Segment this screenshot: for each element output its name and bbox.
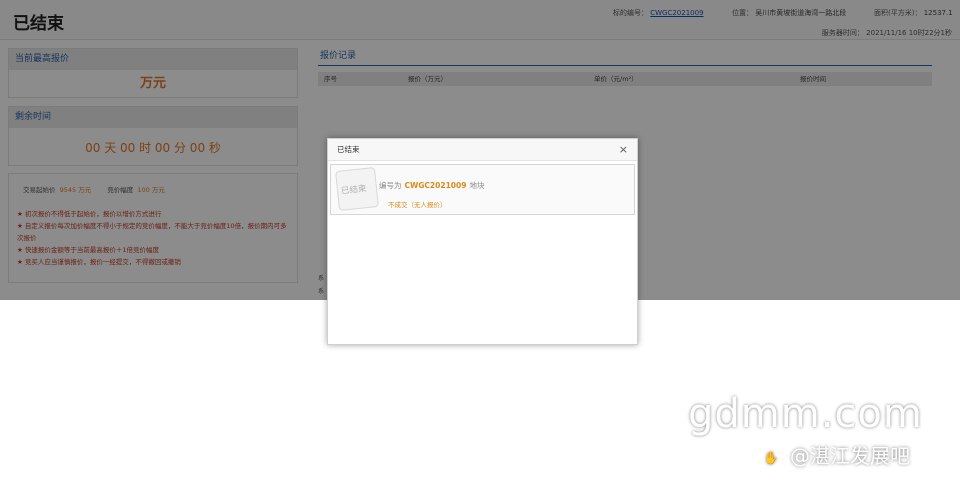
result-line: 编号为 CWGC2021009 地块	[379, 180, 484, 191]
dialog-header: 已结束 ×	[328, 139, 637, 161]
close-icon[interactable]: ×	[619, 139, 628, 161]
result-code: CWGC2021009	[404, 181, 467, 190]
result-card: 已结束 编号为 CWGC2021009 地块 不成交（无人报价）	[330, 164, 635, 215]
watermark-forum-text: @湛江发展吧	[790, 444, 910, 468]
watermark-site: gdmm.com	[688, 391, 923, 437]
result-suffix: 地块	[469, 181, 485, 190]
result-dialog: 已结束 × 已结束 编号为 CWGC2021009 地块 不成交（无人报价）	[327, 138, 638, 345]
stamp-text: 已结束	[340, 184, 368, 197]
result-status: 不成交（无人报价）	[388, 201, 447, 209]
paw-icon: ✋	[758, 444, 784, 471]
ended-stamp-icon: 已结束	[335, 167, 379, 211]
watermark-forum: ✋ @湛江发展吧	[758, 440, 910, 471]
dialog-title: 已结束	[337, 145, 360, 154]
result-prefix: 编号为	[379, 181, 402, 190]
